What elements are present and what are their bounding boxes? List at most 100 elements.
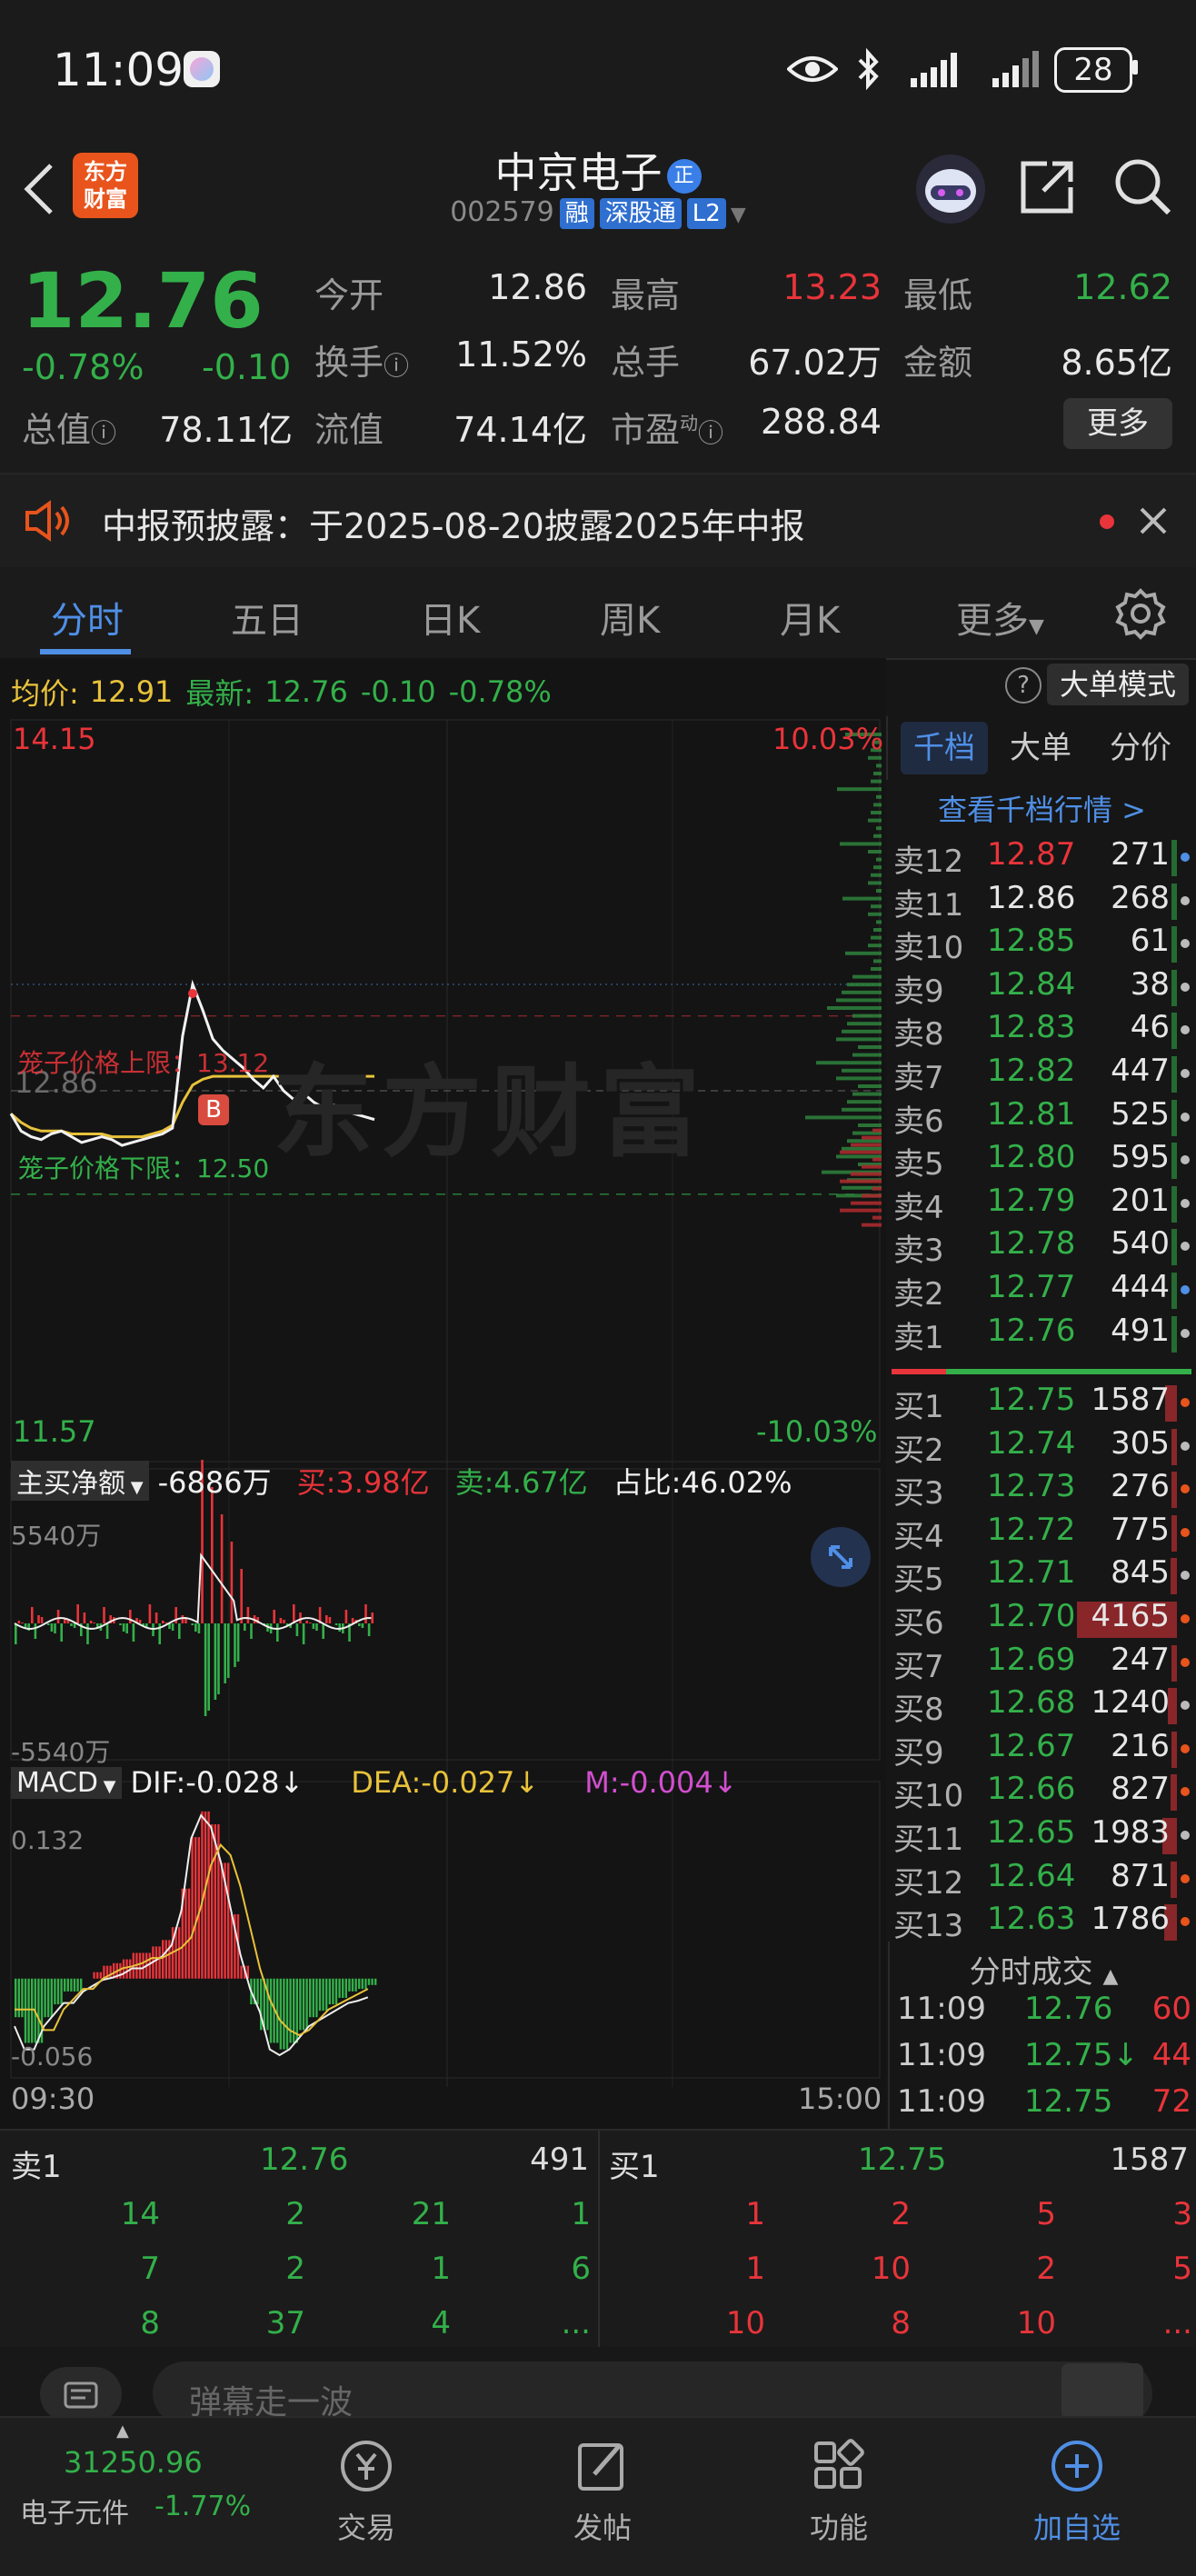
- more-button[interactable]: 更多: [1063, 398, 1172, 449]
- share-icon[interactable]: [1016, 156, 1078, 218]
- tab-five-day[interactable]: 五日: [231, 591, 304, 644]
- ask-level-row[interactable]: 卖2 12.77 444: [893, 1269, 1193, 1313]
- flow-indicator-select[interactable]: 主买净额 ▼: [11, 1461, 149, 1501]
- bid-level-row[interactable]: 买9 12.67 216: [893, 1728, 1193, 1772]
- bid-level-row[interactable]: 买6 12.70 4165: [893, 1598, 1193, 1642]
- tab-more[interactable]: 更多▼: [956, 591, 1044, 644]
- search-icon[interactable]: [1111, 155, 1174, 218]
- flow-bar: [293, 1604, 295, 1623]
- level-price: 12.70: [987, 1598, 1076, 1634]
- level-volume: 1983: [1091, 1814, 1170, 1851]
- nav-post[interactable]: 发帖: [525, 2436, 680, 2547]
- latest-label: 最新:: [185, 676, 254, 711]
- ask-level-row[interactable]: 卖4 12.79 201: [893, 1183, 1193, 1226]
- avg-label: 均价:: [11, 676, 79, 711]
- ask-level-row[interactable]: 卖12 12.87 271: [893, 836, 1193, 880]
- dropdown-icon[interactable]: ▼: [731, 204, 746, 226]
- robot-assistant-icon[interactable]: [916, 155, 985, 224]
- ask-level-row[interactable]: 卖8 12.83 46: [893, 1009, 1193, 1053]
- chart-area[interactable]: 均价: 12.91 最新: 12.76 -0.10 -0.78% ? 大单模式 …: [0, 658, 1189, 2132]
- help-icon[interactable]: ?: [1005, 667, 1042, 704]
- ask-level-row[interactable]: 卖9 12.84 38: [893, 966, 1193, 1010]
- ask-level-row[interactable]: 卖6 12.81 525: [893, 1096, 1193, 1140]
- bid-level-row[interactable]: 买12 12.64 871: [893, 1858, 1193, 1902]
- bid-queue-cell: 1: [745, 2196, 765, 2232]
- ask-level-row[interactable]: 卖7 12.82 447: [893, 1053, 1193, 1096]
- flow-bar: [138, 1620, 142, 1623]
- nav-trade[interactable]: 交易: [289, 2436, 444, 2547]
- level-volume: 827: [1111, 1771, 1170, 1808]
- bid-level-row[interactable]: 买3 12.73 276: [893, 1468, 1193, 1512]
- macd-axis-top: 0.132: [11, 1825, 85, 1855]
- view-depth-link[interactable]: 查看千档行情 >: [888, 787, 1196, 829]
- macd-bar: [283, 1978, 285, 2050]
- ask-level-row[interactable]: 卖5 12.80 595: [893, 1139, 1193, 1183]
- name-badge: 正: [666, 159, 702, 194]
- volume-bar: [1171, 926, 1177, 964]
- bid-level-row[interactable]: 买5 12.71 845: [893, 1554, 1193, 1598]
- tab-thousand-depth[interactable]: 千档: [901, 722, 988, 774]
- flow-bar: [125, 1623, 128, 1633]
- depth-bar: [868, 850, 882, 854]
- ask-level-row[interactable]: 卖10 12.85 61: [893, 923, 1193, 966]
- macd-bar: [230, 1914, 233, 1979]
- depth-bar: [876, 920, 882, 924]
- large-order-mode-button[interactable]: 大单模式: [1047, 664, 1189, 705]
- volume-bar: [1171, 1861, 1177, 1898]
- trade-volume: 72: [1151, 2083, 1191, 2120]
- send-danmaku-icon[interactable]: [1061, 2363, 1143, 2420]
- bid-queue-cell: 2: [1036, 2251, 1056, 2287]
- nav-add-watchlist[interactable]: 加自选: [1000, 2436, 1154, 2547]
- macd-bar: [332, 1978, 334, 2005]
- ask-level-row[interactable]: 卖1 12.76 491: [893, 1313, 1193, 1356]
- gear-icon[interactable]: [1114, 587, 1167, 640]
- bid-level-row[interactable]: 买8 12.68 1240: [893, 1684, 1193, 1728]
- bid-level-row[interactable]: 买4 12.72 775: [893, 1512, 1193, 1555]
- notice-bar[interactable]: 中报预披露：于2025-08-20披露2025年中报: [0, 473, 1196, 569]
- level-dot: [1181, 1657, 1190, 1667]
- intraday-chart[interactable]: [0, 714, 886, 2132]
- tab-large-order[interactable]: 大单: [1010, 722, 1071, 774]
- index-expand-icon[interactable]: ▲: [116, 2421, 129, 2441]
- ask-queue-cell: 1: [571, 2196, 591, 2232]
- danmaku-toggle-icon[interactable]: [40, 2367, 122, 2421]
- tab-daily-k[interactable]: 日K: [420, 591, 480, 644]
- macd-bar: [305, 1978, 308, 2031]
- bid-level-row[interactable]: 买10 12.66 827: [893, 1771, 1193, 1814]
- tab-weekly-k[interactable]: 周K: [600, 591, 660, 644]
- buy-marker[interactable]: B: [198, 1094, 229, 1125]
- flow-bar: [34, 1623, 37, 1639]
- ask-level-row[interactable]: 卖3 12.78 540: [893, 1225, 1193, 1269]
- macd-indicator-select[interactable]: MACD ▼: [11, 1766, 122, 1799]
- tab-price-dist[interactable]: 分价: [1110, 722, 1171, 774]
- expand-icon[interactable]: [811, 1527, 871, 1587]
- left-head-vol: 491: [530, 2142, 589, 2178]
- depth-bar: [840, 1150, 882, 1154]
- flow-bar: [50, 1623, 54, 1632]
- index-value[interactable]: 31250.96: [64, 2445, 203, 2480]
- ask-level-row[interactable]: 卖11 12.86 268: [893, 880, 1193, 924]
- macd-dif: DIF:-0.028↓: [130, 1765, 304, 1800]
- nav-post-label: 发帖: [573, 2511, 632, 2545]
- level-label: 买3: [893, 1475, 944, 1513]
- depth-bar: [842, 1068, 882, 1073]
- level-label: 买4: [893, 1518, 944, 1555]
- tab-monthly-k[interactable]: 月K: [780, 591, 840, 644]
- macd-bar: [76, 1978, 79, 1992]
- flow-bar: [220, 1514, 224, 1623]
- flow-bar: [164, 1622, 168, 1623]
- close-icon[interactable]: [1138, 505, 1169, 536]
- ask-queue-cell: 8: [140, 2305, 160, 2341]
- flow-bar: [367, 1623, 371, 1636]
- level-price: 12.81: [987, 1095, 1076, 1133]
- time-start: 09:30: [11, 2082, 95, 2116]
- bid-level-row[interactable]: 买13 12.63 1786: [893, 1901, 1193, 1942]
- nav-functions[interactable]: 功能: [762, 2436, 916, 2547]
- bid-level-row[interactable]: 买1 12.75 1587: [893, 1382, 1193, 1425]
- trades-title[interactable]: 分时成交 ▲: [890, 1947, 1196, 1992]
- bid-level-row[interactable]: 买2 12.74 305: [893, 1425, 1193, 1469]
- tab-intraday[interactable]: 分时: [51, 591, 124, 644]
- bid-level-row[interactable]: 买11 12.65 1983: [893, 1814, 1193, 1858]
- bid-level-row[interactable]: 买7 12.69 247: [893, 1642, 1193, 1685]
- axis-top-price: 14.15: [13, 722, 96, 756]
